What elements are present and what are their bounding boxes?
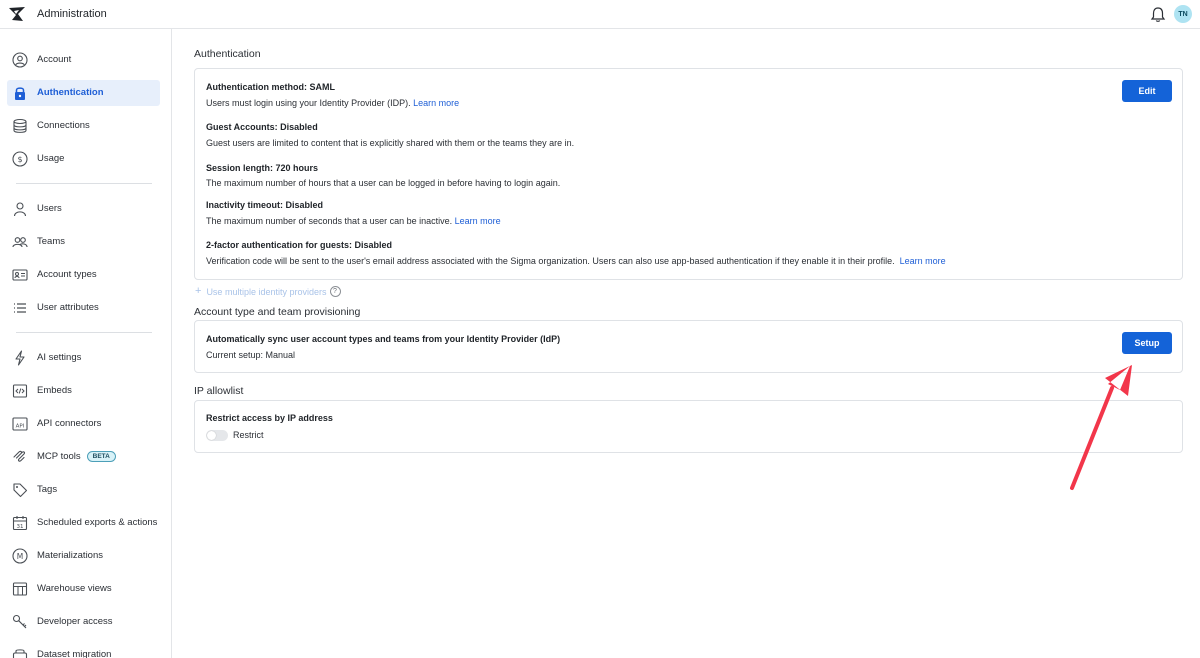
- ip-allowlist-card: Restrict access by IP address Restrict: [194, 400, 1183, 453]
- sidebar-item-label: Warehouse views: [37, 583, 112, 594]
- lock-icon: [15, 87, 25, 100]
- sidebar-item-label: Developer access: [37, 616, 113, 627]
- sidebar-item-label: Materializations: [37, 550, 103, 561]
- sidebar-item-user-attributes[interactable]: User attributes: [7, 295, 160, 321]
- beta-badge: BETA: [86, 451, 116, 462]
- session-length-desc: The maximum number of hours that a user …: [206, 178, 561, 188]
- annotation-arrow-icon: [1070, 365, 1132, 490]
- sidebar-item-materializations[interactable]: M Materializations: [7, 543, 160, 569]
- tag-icon: [13, 483, 28, 498]
- sidebar-item-dataset-migration[interactable]: Dataset migration: [7, 642, 160, 658]
- inactivity-timeout-title: Inactivity timeout: Disabled: [206, 200, 324, 210]
- sidebar-item-label: Scheduled exports & actions: [37, 517, 158, 528]
- sidebar-item-label: Authentication: [37, 87, 104, 98]
- usage-icon: $: [12, 151, 28, 167]
- sidebar-item-label: Teams: [37, 236, 65, 247]
- sidebar-item-usage[interactable]: $ Usage: [7, 146, 160, 172]
- teams-icon: [12, 237, 28, 248]
- sidebar-item-label: Users: [37, 203, 62, 214]
- user-icon: [13, 202, 27, 217]
- calendar-icon: 31: [12, 516, 28, 531]
- svg-text:$: $: [17, 155, 22, 164]
- inactivity-timeout-desc: The maximum number of seconds that a use…: [206, 216, 501, 226]
- sidebar-item-label: Embeds: [37, 385, 72, 396]
- svg-text:M: M: [17, 552, 23, 561]
- sidebar-item-scheduled-exports[interactable]: 31 Scheduled exports & actions: [7, 510, 160, 536]
- sidebar-item-label: MCP tools BETA: [37, 451, 116, 462]
- app-title: Administration: [37, 8, 107, 20]
- provisioning-title: Automatically sync user account types an…: [206, 334, 561, 344]
- toggle-knob: [207, 431, 216, 440]
- guest-accounts-desc: Guest users are limited to content that …: [206, 138, 575, 148]
- sidebar-item-authentication[interactable]: Authentication: [7, 80, 160, 106]
- sidebar-item-label: Tags: [37, 484, 58, 495]
- sidebar-item-label: AI settings: [37, 352, 82, 363]
- learn-more-link[interactable]: Learn more: [455, 216, 501, 226]
- learn-more-link[interactable]: Learn more: [413, 98, 459, 108]
- provisioning-card: Automatically sync user account types an…: [194, 320, 1183, 373]
- table-icon: [12, 582, 28, 596]
- sidebar-item-label: Connections: [37, 120, 90, 131]
- sidebar-item-ai-settings[interactable]: AI settings: [7, 345, 160, 371]
- sidebar-item-label: Dataset migration: [37, 649, 112, 658]
- two-factor-title: 2-factor authentication for guests: Disa…: [206, 240, 393, 250]
- sigma-logo-icon[interactable]: [8, 6, 26, 22]
- id-card-icon: [12, 269, 28, 281]
- bell-icon[interactable]: [1150, 6, 1166, 23]
- account-icon: [12, 52, 28, 68]
- authentication-section-title: Authentication: [194, 48, 261, 60]
- database-icon: [13, 118, 27, 133]
- sidebar-item-teams[interactable]: Teams: [7, 229, 160, 255]
- provisioning-section-title: Account type and team provisioning: [194, 306, 361, 318]
- auth-method-desc: Users must login using your Identity Pro…: [206, 98, 460, 108]
- learn-more-link[interactable]: Learn more: [900, 256, 946, 266]
- help-icon[interactable]: ?: [329, 286, 341, 297]
- sidebar-item-account[interactable]: Account: [7, 47, 160, 73]
- sidebar-item-developer-access[interactable]: Developer access: [7, 609, 160, 635]
- ip-allowlist-section-title: IP allowlist: [194, 385, 244, 397]
- setup-button[interactable]: Setup: [1122, 332, 1172, 354]
- edit-button[interactable]: Edit: [1122, 80, 1172, 102]
- sidebar-divider: [16, 183, 152, 184]
- embed-icon: [12, 384, 28, 398]
- plus-icon: +: [195, 285, 202, 297]
- materialization-icon: M: [12, 548, 28, 564]
- sidebar-item-embeds[interactable]: Embeds: [7, 378, 160, 404]
- sidebar-item-mcp-tools[interactable]: MCP tools BETA: [7, 444, 160, 470]
- migration-icon: [12, 649, 28, 658]
- guest-accounts-title: Guest Accounts: Disabled: [206, 122, 318, 132]
- sidebar-divider: [16, 332, 152, 333]
- list-icon: [14, 303, 26, 313]
- sidebar-item-label: Account types: [37, 269, 97, 280]
- sidebar-item-api-connectors[interactable]: API API connectors: [7, 411, 160, 437]
- sidebar-item-account-types[interactable]: Account types: [7, 262, 160, 288]
- provisioning-current-setup: Current setup: Manual: [206, 350, 296, 360]
- two-factor-desc: Verification code will be sent to the us…: [206, 256, 946, 266]
- restrict-access-title: Restrict access by IP address: [206, 413, 333, 423]
- mcp-icon: [13, 450, 26, 462]
- key-icon: [12, 614, 27, 629]
- lightning-icon: [15, 350, 25, 366]
- sidebar-item-warehouse-views[interactable]: Warehouse views: [7, 576, 160, 602]
- authentication-card: Authentication method: SAML Users must l…: [194, 68, 1183, 280]
- use-multiple-idp-link[interactable]: + Use multiple identity providers ?: [195, 286, 341, 297]
- sidebar-item-label: User attributes: [37, 302, 99, 313]
- sidebar: Account Authentication Connections $ Usa…: [0, 29, 172, 658]
- sidebar-item-connections[interactable]: Connections: [7, 113, 160, 139]
- svg-text:API: API: [16, 424, 25, 430]
- main-content: Authentication Authentication method: SA…: [173, 29, 1200, 658]
- session-length-title: Session length: 720 hours: [206, 163, 319, 173]
- avatar[interactable]: TN: [1174, 5, 1192, 23]
- sidebar-item-label: API connectors: [37, 418, 102, 429]
- sidebar-item-label: Account: [37, 54, 72, 65]
- svg-text:31: 31: [17, 524, 24, 530]
- auth-method-title: Authentication method: SAML: [206, 82, 335, 92]
- sidebar-item-label: Usage: [37, 153, 65, 164]
- api-icon: API: [12, 417, 28, 431]
- sidebar-item-users[interactable]: Users: [7, 196, 160, 222]
- top-bar: Administration TN: [0, 0, 1200, 29]
- restrict-toggle[interactable]: [206, 430, 228, 441]
- sidebar-item-tags[interactable]: Tags: [7, 477, 160, 503]
- restrict-toggle-label: Restrict: [233, 430, 264, 440]
